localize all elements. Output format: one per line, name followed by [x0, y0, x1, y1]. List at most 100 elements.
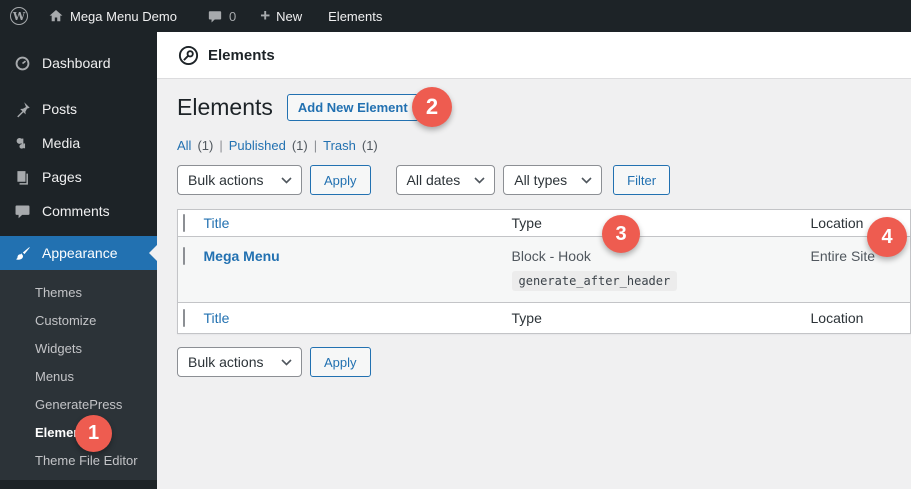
view-trash-count: (1)	[361, 138, 378, 153]
sidebar-item-label: Appearance	[42, 245, 118, 261]
chevron-down-icon	[281, 358, 292, 366]
view-trash-link[interactable]: Trash	[323, 138, 356, 153]
page-title: Elements	[177, 94, 273, 120]
apply-button-bottom[interactable]: Apply	[310, 347, 371, 377]
apply-button[interactable]: Apply	[310, 165, 371, 195]
sidebar-item-label: Posts	[42, 101, 78, 117]
title-row: Elements Add New Element	[177, 94, 911, 121]
sidebar-item-comments[interactable]: Comments	[0, 194, 157, 228]
sidebar-item-posts[interactable]: Posts	[0, 92, 157, 126]
submenu-item-menus[interactable]: Menus	[0, 362, 157, 390]
wordpress-logo-letter: W	[12, 9, 26, 23]
select-all-checkbox-bottom[interactable]	[183, 309, 185, 327]
pushpin-icon	[12, 99, 32, 119]
page-header-title: Elements	[208, 46, 275, 64]
admin-bar-current-page[interactable]: Elements	[322, 0, 388, 32]
bulk-actions-value: Bulk actions	[188, 172, 264, 188]
comments-count: 0	[228, 8, 237, 24]
elements-list-table: Title Type Location Mega Menu Block - Ho…	[177, 209, 911, 334]
current-menu-arrow-icon	[149, 245, 157, 261]
sidebar-item-label: Media	[42, 135, 81, 151]
element-type: Block - Hook	[511, 248, 591, 264]
pages-icon	[12, 167, 32, 187]
menu-separator	[0, 80, 157, 92]
bulk-actions-select[interactable]: Bulk actions	[177, 165, 302, 195]
all-dates-select[interactable]: All dates	[395, 165, 496, 195]
table-row: Mega Menu Block - Hook generate_after_he…	[177, 236, 911, 303]
sidebar-item-dashboard[interactable]: Dashboard	[0, 46, 157, 80]
sidebar-item-label: Pages	[42, 169, 82, 185]
element-location: Entire Site	[810, 248, 876, 264]
column-header-type: Type	[511, 215, 542, 231]
paintbrush-icon	[12, 243, 32, 263]
tablenav-top: Bulk actions Apply All dates All types F…	[177, 165, 911, 195]
step-badge-4: 4	[867, 217, 907, 257]
chevron-down-icon	[281, 176, 292, 184]
admin-bar-comments[interactable]: 0	[201, 0, 242, 32]
column-footer-type: Type	[511, 310, 542, 326]
all-dates-value: All dates	[406, 172, 461, 188]
column-header-title[interactable]: Title	[204, 215, 230, 231]
sidebar-item-pages[interactable]: Pages	[0, 160, 157, 194]
submenu-label: Customize	[35, 312, 97, 328]
view-separator: |	[219, 138, 223, 153]
submenu-label: Widgets	[35, 340, 82, 356]
home-icon	[49, 10, 63, 22]
view-published-count: (1)	[291, 138, 308, 153]
filter-button[interactable]: Filter	[613, 165, 671, 195]
view-all-link[interactable]: All	[177, 138, 191, 153]
submenu-label: GeneratePress	[35, 396, 123, 412]
admin-bar: W Mega Menu Demo 0 + New Elements	[0, 0, 911, 32]
row-checkbox[interactable]	[183, 247, 185, 265]
dashboard-gauge-icon	[12, 53, 32, 73]
all-types-select[interactable]: All types	[503, 165, 603, 195]
wordpress-admin-screen: W Mega Menu Demo 0 + New Elements Dashbo…	[0, 0, 911, 489]
admin-bar-site-name[interactable]: Mega Menu Demo	[42, 0, 183, 32]
step-badge-1: 1	[75, 415, 112, 452]
appearance-submenu: Themes Customize Widgets Menus GenerateP…	[0, 270, 157, 480]
main-content: Elements Elements Add New Element All (1…	[157, 32, 911, 489]
chevron-down-icon	[581, 176, 592, 184]
submenu-item-widgets[interactable]: Widgets	[0, 334, 157, 362]
new-label: New	[276, 8, 303, 24]
submenu-item-generatepress[interactable]: GeneratePress	[0, 390, 157, 418]
table-footer-row: Title Type Location	[177, 302, 911, 334]
bulk-actions-value: Bulk actions	[188, 354, 264, 370]
view-published-link[interactable]: Published	[229, 138, 286, 153]
comment-icon	[12, 201, 32, 221]
element-hook-code: generate_after_header	[511, 271, 678, 291]
view-all-count: (1)	[197, 138, 214, 153]
column-footer-title[interactable]: Title	[204, 310, 230, 326]
select-all-checkbox[interactable]	[183, 214, 185, 232]
all-types-value: All types	[514, 172, 568, 188]
table-header-row: Title Type Location	[177, 209, 911, 237]
submenu-label: Menus	[35, 368, 75, 384]
element-title-link[interactable]: Mega Menu	[204, 248, 280, 264]
tablenav-bottom: Bulk actions Apply	[177, 347, 911, 377]
admin-bar-new[interactable]: + New	[254, 0, 308, 32]
list-filter-views: All (1) | Published (1) | Trash (1)	[177, 138, 911, 153]
column-footer-location: Location	[810, 310, 864, 326]
column-header-location: Location	[810, 215, 864, 231]
submenu-item-customize[interactable]: Customize	[0, 306, 157, 334]
site-name-label: Mega Menu Demo	[70, 8, 177, 24]
wordpress-logo-icon[interactable]: W	[10, 7, 28, 25]
media-icon	[12, 133, 32, 153]
sidebar-item-appearance[interactable]: Appearance	[0, 236, 157, 270]
comment-bubble-icon	[208, 10, 222, 22]
chevron-down-icon	[474, 176, 485, 184]
step-badge-2: 2	[412, 87, 452, 127]
submenu-item-theme-file-editor[interactable]: Theme File Editor	[0, 446, 157, 474]
view-separator: |	[313, 138, 318, 153]
add-new-element-button[interactable]: Add New Element	[286, 94, 419, 121]
submenu-item-themes[interactable]: Themes	[0, 278, 157, 306]
submenu-label: Themes	[35, 284, 82, 300]
elements-page-header: Elements	[157, 32, 911, 79]
generatepress-logo-icon	[178, 45, 199, 65]
sidebar-item-media[interactable]: Media	[0, 126, 157, 160]
plus-icon: +	[260, 5, 271, 25]
page-wrap: Elements Add New Element All (1) | Publi…	[157, 79, 911, 377]
sidebar-item-label: Dashboard	[42, 55, 111, 71]
submenu-label: Theme File Editor	[35, 452, 138, 468]
bulk-actions-select-bottom[interactable]: Bulk actions	[177, 347, 302, 377]
